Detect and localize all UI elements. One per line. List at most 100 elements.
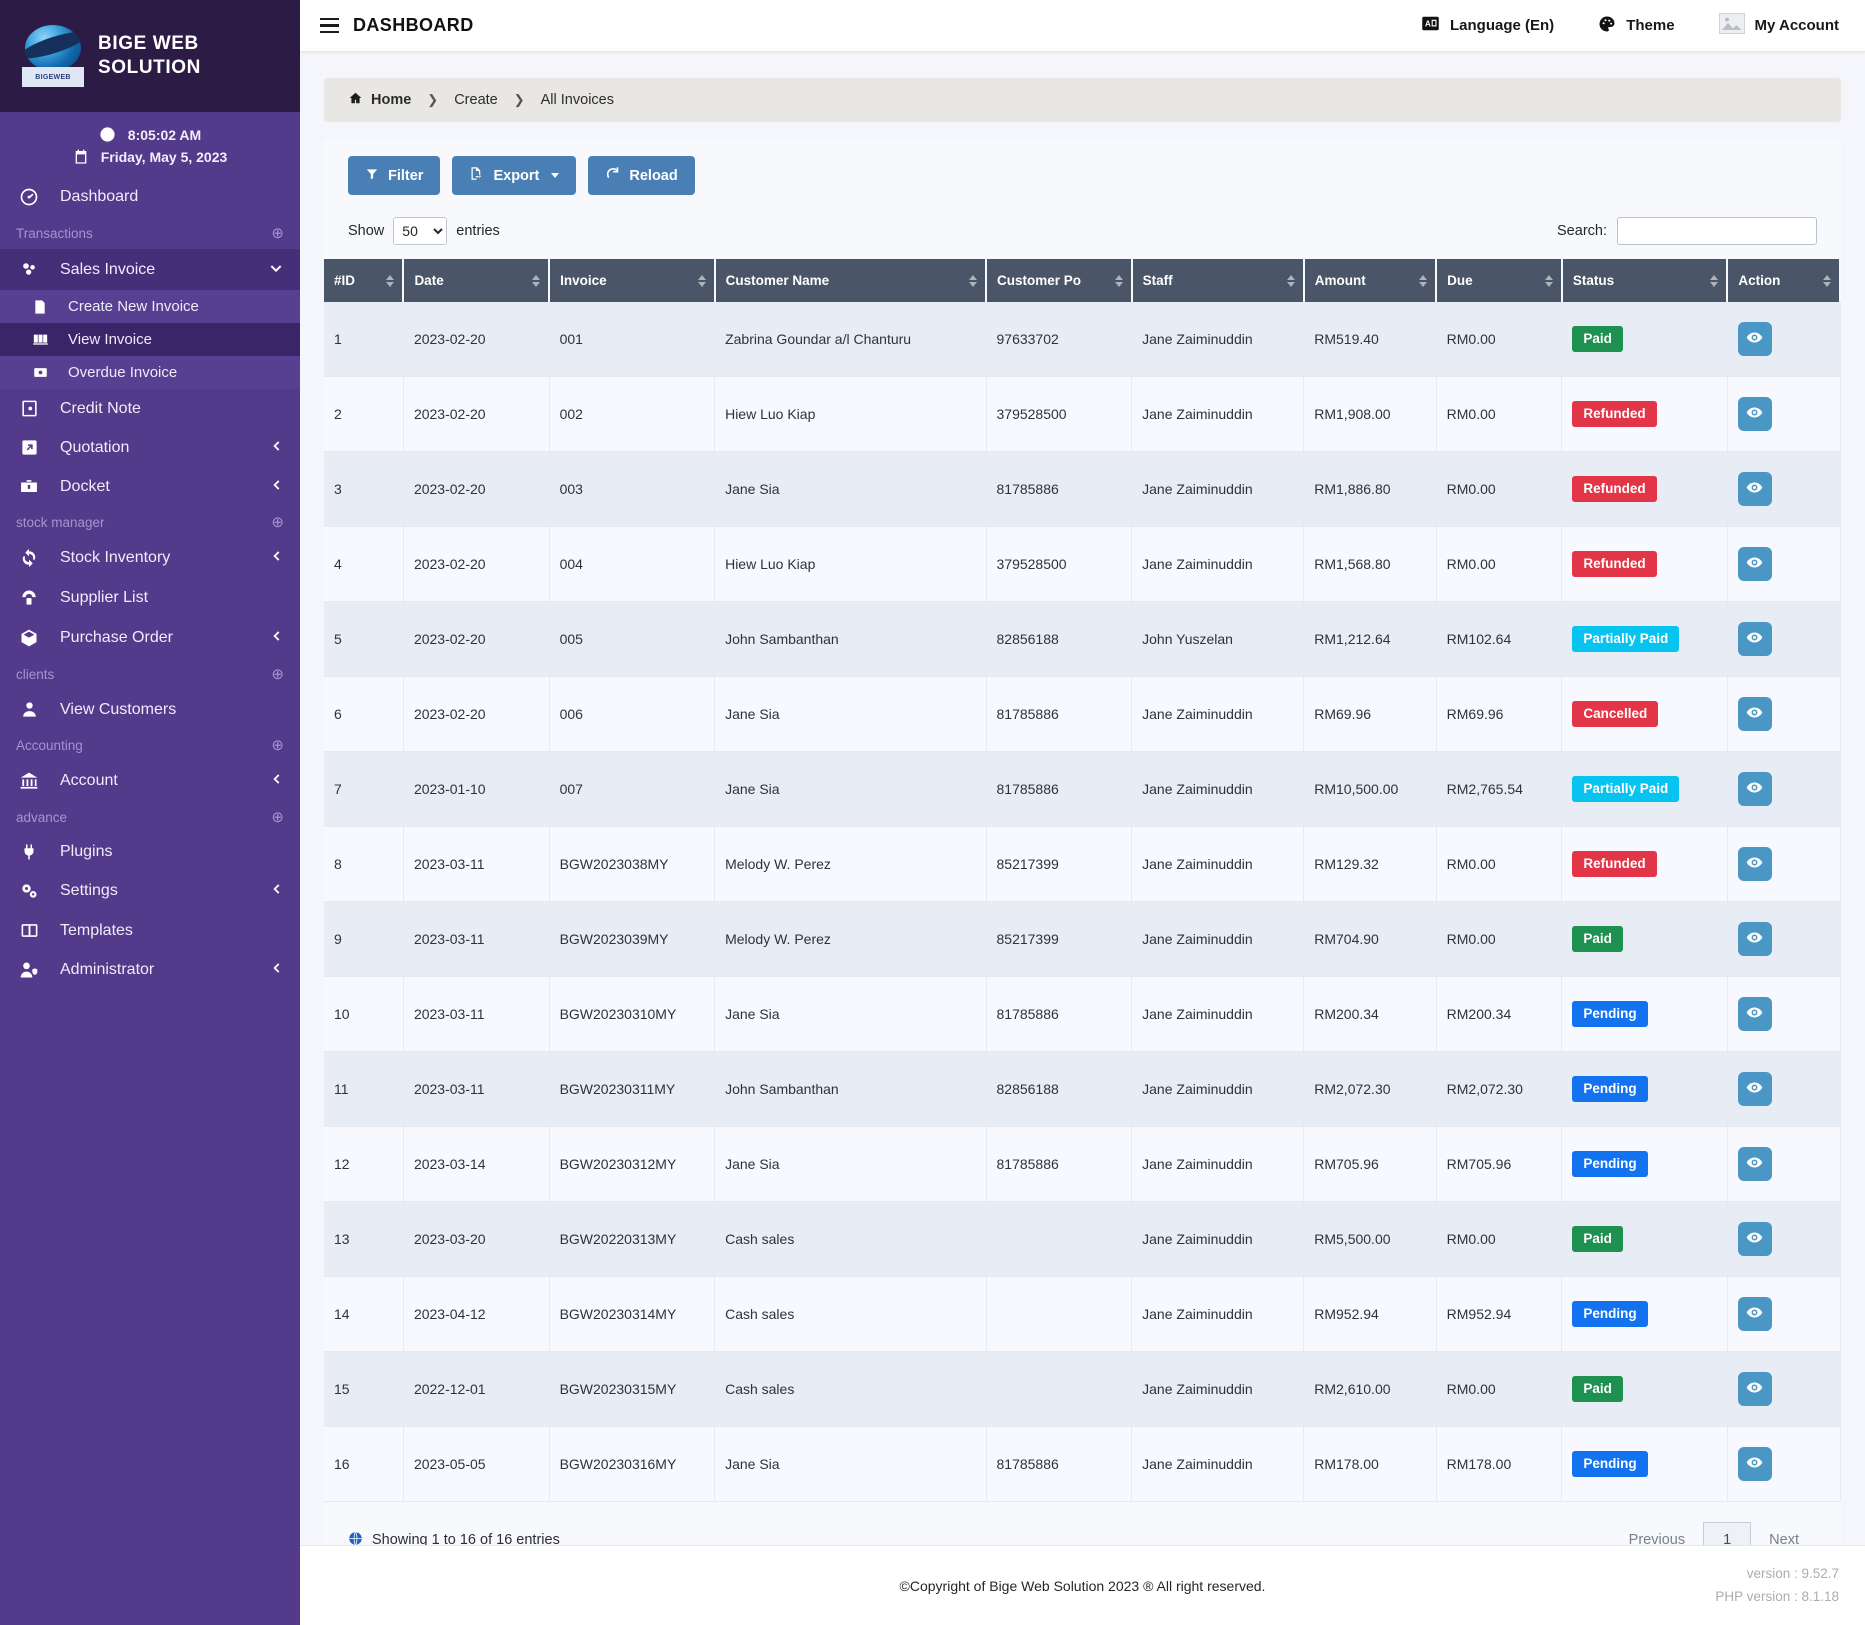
row-due: RM0.00: [1436, 1351, 1563, 1427]
row-action: [1727, 1201, 1841, 1277]
row-invoice: BGW20230312MY: [549, 1126, 716, 1202]
row-id: 16: [324, 1426, 404, 1502]
view-invoice-button[interactable]: [1737, 772, 1772, 806]
filter-button[interactable]: Filter: [348, 156, 441, 195]
column-header-amount[interactable]: Amount: [1303, 259, 1438, 302]
breadcrumb-current[interactable]: All Invoices: [541, 92, 614, 108]
sidebar-item-supplier-list[interactable]: Supplier List: [0, 578, 300, 618]
column-header-label: Due: [1447, 273, 1473, 288]
column-header-customer-po[interactable]: Customer Po: [986, 259, 1133, 302]
reload-button[interactable]: Reload: [588, 156, 695, 195]
sidebar-clock-text: 8:05:02 AM: [127, 126, 202, 143]
chevron-left-icon: [270, 439, 284, 457]
sidebar-item-templates[interactable]: Templates: [0, 911, 300, 950]
sidebar-item-sales-invoice-label: Sales Invoice: [60, 260, 156, 278]
pagination-previous[interactable]: Previous: [1611, 1523, 1703, 1545]
view-invoice-button[interactable]: [1737, 1147, 1772, 1181]
sidebar-item-dashboard[interactable]: Dashboard: [0, 177, 300, 217]
column-header-customer-name[interactable]: Customer Name: [714, 259, 988, 302]
theme-button[interactable]: Theme: [1598, 15, 1675, 37]
table-row: 15 2022-12-01 BGW20230315MY Cash sales Jane …: [324, 1351, 1841, 1427]
sidebar-item-purchase-order[interactable]: Purchase Order: [0, 618, 300, 658]
sidebar-item-sales-invoice[interactable]: Sales Invoice: [0, 249, 300, 290]
page-length-control: Show 102550100 entries: [348, 217, 500, 245]
sidebar-item-plugins[interactable]: Plugins: [0, 833, 300, 871]
sidebar-item-overdue-invoice[interactable]: Overdue Invoice: [0, 356, 300, 389]
plus-circle-icon[interactable]: ⊕: [271, 808, 284, 826]
chevron-left-icon: [270, 478, 284, 496]
view-invoice-button[interactable]: [1737, 547, 1772, 581]
page-title: DASHBOARD: [353, 15, 474, 35]
column-header-status[interactable]: Status: [1561, 259, 1729, 302]
export-button[interactable]: Export: [452, 156, 577, 195]
view-invoice-button[interactable]: [1737, 1072, 1772, 1106]
column-header-staff[interactable]: Staff: [1131, 259, 1305, 302]
row-id: 12: [324, 1126, 404, 1202]
view-invoice-button[interactable]: [1737, 1297, 1772, 1331]
view-invoice-button[interactable]: [1737, 847, 1772, 881]
row-id: 15: [324, 1351, 404, 1427]
column-header-id[interactable]: #ID: [324, 259, 405, 302]
breadcrumb-home[interactable]: Home: [348, 91, 411, 109]
hamburger-menu-icon[interactable]: [320, 17, 339, 34]
view-invoice-button[interactable]: [1737, 997, 1772, 1031]
row-invoice: 004: [549, 526, 716, 602]
sidebar-item-stock-inventory[interactable]: Stock Inventory: [0, 538, 300, 578]
view-invoice-button[interactable]: [1737, 697, 1772, 731]
page-length-select[interactable]: 102550100: [393, 217, 448, 245]
sidebar-item-view-customers[interactable]: View Customers: [0, 690, 300, 729]
view-invoice-button[interactable]: [1737, 1372, 1772, 1406]
plus-circle-icon[interactable]: ⊕: [271, 224, 284, 242]
view-invoice-button[interactable]: [1737, 622, 1772, 656]
sidebar-item-docket[interactable]: Docket: [0, 467, 300, 506]
plus-circle-icon[interactable]: ⊕: [271, 665, 284, 683]
plus-circle-icon[interactable]: ⊕: [271, 736, 284, 754]
chevron-down-icon: [268, 260, 284, 280]
breadcrumb-create[interactable]: Create: [454, 92, 498, 108]
view-invoice-button[interactable]: [1737, 322, 1772, 356]
plus-circle-icon[interactable]: ⊕: [271, 513, 284, 531]
view-invoice-button[interactable]: [1737, 1447, 1772, 1481]
row-due: RM705.96: [1436, 1126, 1563, 1202]
filter-icon: [365, 167, 379, 185]
row-date: 2023-04-12: [403, 1276, 550, 1352]
pagination-page-1[interactable]: 1: [1703, 1522, 1752, 1545]
language-button[interactable]: A Language (En): [1421, 16, 1554, 35]
sidebar-item-account[interactable]: Account: [0, 761, 300, 801]
row-customer-po: 379528500: [986, 376, 1133, 452]
column-header-due[interactable]: Due: [1436, 259, 1563, 302]
column-header-action[interactable]: Action: [1727, 259, 1841, 302]
svg-text:A: A: [1425, 20, 1431, 29]
row-invoice: BGW20220313MY: [549, 1201, 716, 1277]
view-invoice-button[interactable]: [1737, 1222, 1772, 1256]
view-invoice-button[interactable]: [1737, 397, 1772, 431]
sidebar-item-administrator[interactable]: Administrator: [0, 950, 300, 990]
pagination-next[interactable]: Next: [1751, 1523, 1817, 1545]
my-account-label: My Account: [1754, 17, 1839, 34]
sidebar-item-settings[interactable]: Settings: [0, 871, 300, 911]
row-due: RM200.34: [1436, 976, 1563, 1052]
clock-icon: [99, 126, 116, 143]
row-status: Partially Paid: [1561, 601, 1728, 677]
table-header-row: #ID Date Invoice Customer Name Customer Po St…: [324, 259, 1841, 302]
quotation-icon: [16, 438, 42, 457]
chevron-left-icon: [270, 629, 284, 647]
search-input[interactable]: [1617, 217, 1817, 245]
view-invoice-button[interactable]: [1737, 472, 1772, 506]
sidebar-section-clients: clients ⊕: [0, 658, 300, 690]
sort-icon: [1419, 274, 1428, 287]
sidebar-item-credit-note[interactable]: Credit Note: [0, 389, 300, 428]
eye-icon: [1746, 1229, 1763, 1249]
row-action: [1727, 1276, 1841, 1352]
sidebar-item-create-new-invoice[interactable]: Create New Invoice: [0, 290, 300, 323]
row-date: 2023-02-20: [403, 376, 550, 452]
my-account-button[interactable]: My Account: [1718, 13, 1839, 38]
sort-icon: [532, 274, 541, 287]
sidebar-item-quotation[interactable]: Quotation: [0, 428, 300, 467]
sidebar-item-view-invoice[interactable]: View Invoice: [0, 323, 300, 356]
view-invoice-button[interactable]: [1737, 922, 1772, 956]
column-header-date[interactable]: Date: [403, 259, 551, 302]
brand-header[interactable]: BIGEWEB BIGE WEB SOLUTION: [0, 0, 300, 112]
column-header-invoice[interactable]: Invoice: [549, 259, 716, 302]
row-date: 2023-03-14: [403, 1126, 550, 1202]
